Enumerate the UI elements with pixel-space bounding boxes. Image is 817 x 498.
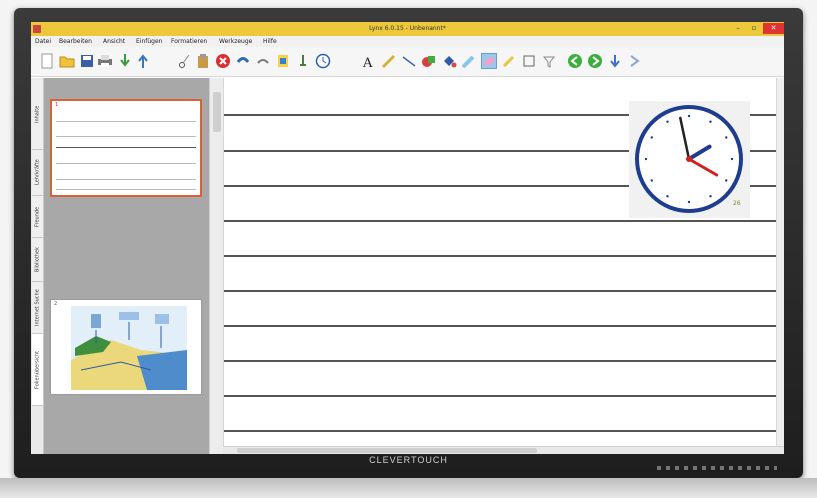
clock-tick: [666, 195, 669, 198]
export-icon[interactable]: [135, 53, 151, 69]
slide-thumbnail-2[interactable]: 2: [50, 299, 202, 395]
undo-icon[interactable]: [235, 53, 251, 69]
import-icon[interactable]: [117, 53, 133, 69]
clock-tick: [730, 157, 734, 161]
menu-bar: Datei Bearbeiten Ansicht Einfügen Format…: [31, 36, 784, 47]
toolbar: A: [31, 47, 784, 77]
clock-icon[interactable]: [315, 53, 331, 69]
water-cycle-diagram-image: [71, 306, 187, 390]
close-button[interactable]: ✕: [763, 23, 784, 34]
menu-file[interactable]: Datei: [35, 38, 51, 45]
clock-widget[interactable]: 26: [629, 101, 750, 218]
side-tabs: Inhalte Lehrkräfte Freunde Bibliothek In…: [31, 78, 44, 454]
analog-clock: [635, 105, 743, 213]
menu-format[interactable]: Formatieren: [171, 38, 207, 45]
ruled-line: [224, 220, 777, 222]
clock-date: 26: [733, 200, 741, 207]
menu-help[interactable]: Hilfe: [263, 38, 277, 45]
monitor-led-strip: [657, 466, 777, 470]
canvas-vertical-scrollbar[interactable]: [776, 78, 784, 446]
paste-icon[interactable]: [195, 53, 211, 69]
insert-page-icon[interactable]: [275, 53, 291, 69]
text-tool-icon[interactable]: A: [361, 53, 377, 69]
maximize-button[interactable]: ▫: [747, 23, 761, 34]
title-bar: Lynx 6.0.15 - Unbenannt* – ▫ ✕: [31, 22, 784, 36]
highlighter-icon[interactable]: [461, 53, 477, 69]
slide-thumbnail-1[interactable]: 1: [50, 99, 202, 197]
ruled-line: [224, 360, 777, 362]
redo-icon[interactable]: [255, 53, 271, 69]
slide-number: 2: [54, 301, 58, 307]
slide-number: 1: [55, 102, 59, 108]
line-tool-icon[interactable]: [401, 53, 417, 69]
clock-tick: [709, 120, 712, 123]
save-icon[interactable]: [79, 53, 95, 69]
app-window: Lynx 6.0.15 - Unbenannt* – ▫ ✕ Datei Bea…: [31, 22, 784, 454]
monitor-stand: [0, 478, 817, 498]
clock-tick: [725, 179, 728, 182]
slide-panel: 1 2: [44, 78, 209, 454]
ruled-line: [224, 430, 777, 432]
export-slide-icon[interactable]: [627, 53, 643, 69]
clock-tick: [650, 136, 653, 139]
more-icon[interactable]: [541, 53, 557, 69]
menu-tools[interactable]: Werkzeuge: [219, 38, 252, 45]
menu-edit[interactable]: Bearbeiten: [59, 38, 92, 45]
pen-tool-icon[interactable]: [381, 53, 397, 69]
tab-friends[interactable]: Freunde: [32, 196, 43, 238]
tab-library[interactable]: Bibliothek: [32, 238, 43, 282]
clock-tick: [666, 120, 669, 123]
crop-icon[interactable]: [521, 53, 537, 69]
tab-slide-overview[interactable]: Folienübersicht: [32, 334, 43, 406]
clock-tick: [687, 114, 691, 118]
ruled-line: [224, 290, 777, 292]
monitor-brand: CLEVERTOUCH: [369, 455, 448, 465]
prev-slide-icon[interactable]: [567, 53, 583, 69]
next-slide-icon[interactable]: [587, 53, 603, 69]
menu-insert[interactable]: Einfügen: [136, 38, 162, 45]
ruled-line: [224, 325, 777, 327]
screen-capture-icon[interactable]: [295, 53, 311, 69]
tab-teachers[interactable]: Lehrkräfte: [32, 150, 43, 196]
clock-tick: [650, 179, 653, 182]
eraser-icon[interactable]: [481, 53, 497, 69]
new-page-icon[interactable]: [39, 53, 55, 69]
window-title: Lynx 6.0.15 - Unbenannt*: [369, 25, 446, 32]
canvas-horizontal-scrollbar[interactable]: [223, 446, 784, 454]
delete-icon[interactable]: [215, 53, 231, 69]
shape-tool-icon[interactable]: [421, 53, 437, 69]
tab-content[interactable]: Inhalte: [32, 80, 43, 150]
menu-view[interactable]: Ansicht: [103, 38, 125, 45]
fill-tool-icon[interactable]: [441, 53, 457, 69]
ruled-line: [224, 255, 777, 257]
ruled-line: [224, 395, 777, 397]
slide-panel-scrollbar[interactable]: [209, 78, 223, 454]
clock-tick: [687, 200, 691, 204]
open-folder-icon[interactable]: [59, 53, 75, 69]
tab-internet-search[interactable]: Internet Suche: [32, 282, 43, 334]
minimize-button[interactable]: –: [731, 23, 745, 34]
selection-tool-icon[interactable]: [501, 53, 517, 69]
cut-icon[interactable]: [177, 53, 193, 69]
clock-tick: [725, 136, 728, 139]
svg-text:A: A: [362, 56, 373, 69]
clock-tick: [709, 195, 712, 198]
print-icon[interactable]: [97, 53, 113, 69]
clock-tick: [644, 157, 648, 161]
add-slide-icon[interactable]: [607, 53, 623, 69]
